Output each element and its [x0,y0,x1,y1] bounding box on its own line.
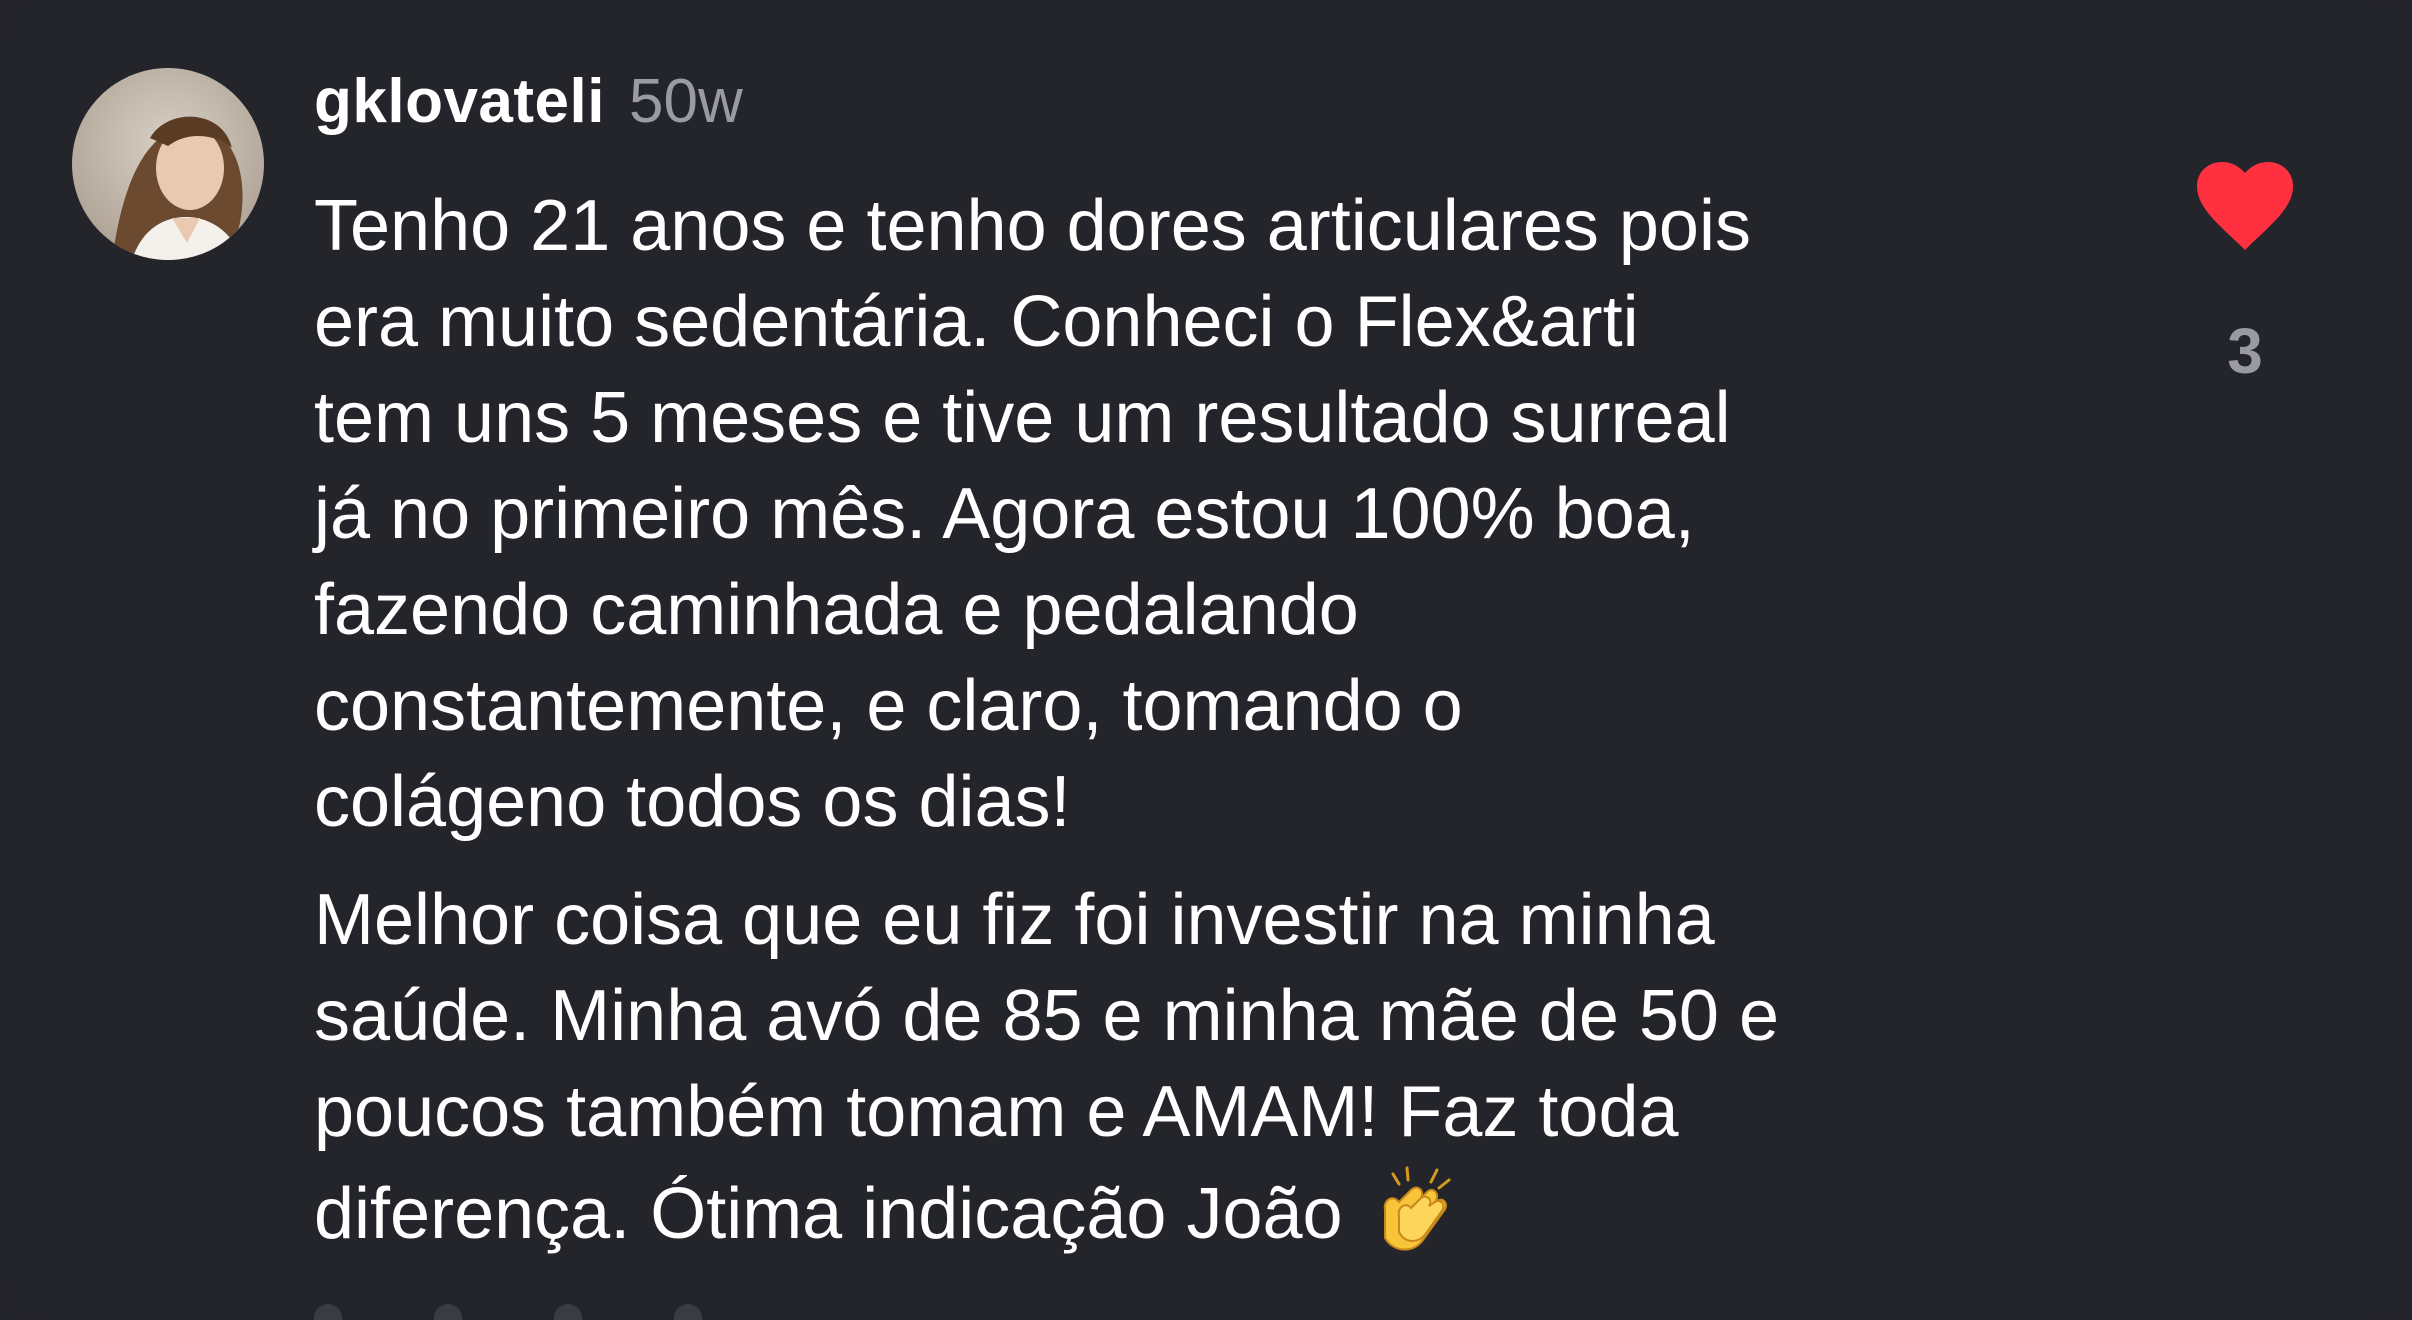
divider-dot [674,1304,702,1320]
divider-dot [434,1304,462,1320]
profile-photo [72,68,264,260]
like-count: 3 [2227,315,2263,387]
next-comment-preview [314,1304,1114,1320]
comment-paragraph-2-text: Melhor coisa que eu fiz foi investir na … [314,880,1779,1254]
avatar[interactable] [72,68,264,260]
heart-icon[interactable] [2190,160,2300,252]
comment-card: gklovateli 50w Tenho 21 anos e tenho dor… [0,0,2412,1320]
comment-paragraph-1: Tenho 21 anos e tenho dores articulares … [314,186,1751,842]
divider-dot [554,1304,582,1320]
timestamp: 50w [629,67,743,136]
clapping-hands-emoji [1363,1160,1463,1260]
comment-text: Tenho 21 anos e tenho dores articulares … [314,178,2104,1262]
username[interactable]: gklovateli [314,66,605,137]
like-section: 3 [2190,160,2300,388]
divider-dot [314,1304,342,1320]
comment-header: gklovateli 50w [314,66,743,156]
comment-paragraph-2: Melhor coisa que eu fiz foi investir na … [314,872,2104,1262]
